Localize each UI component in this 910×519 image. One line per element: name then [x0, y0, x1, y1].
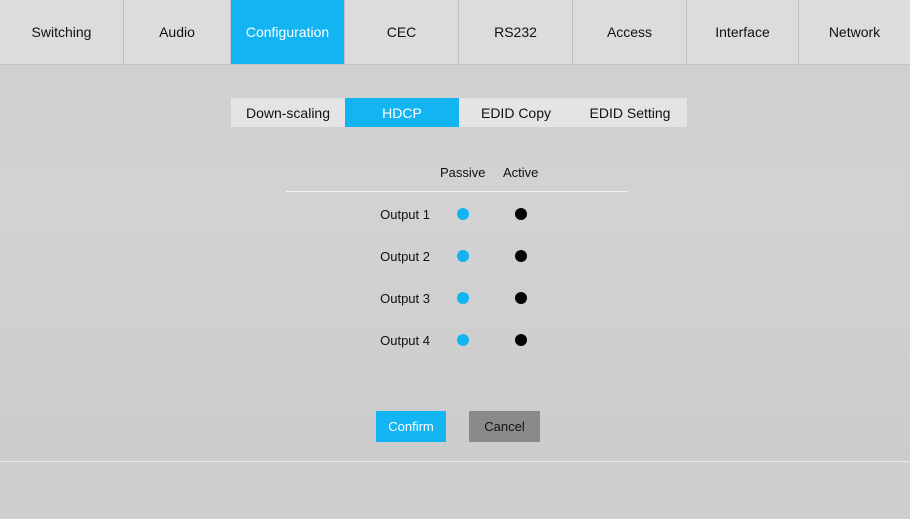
output-1-active-radio[interactable]	[515, 208, 527, 220]
output-1-passive-radio[interactable]	[457, 208, 469, 220]
output-4-passive-radio[interactable]	[457, 334, 469, 346]
output-3-active-radio[interactable]	[515, 292, 527, 304]
header-divider	[286, 191, 628, 192]
tab-network[interactable]: Network	[799, 0, 910, 64]
output-2-active-radio[interactable]	[515, 250, 527, 262]
tab-cec[interactable]: CEC	[345, 0, 459, 64]
output-2-passive-radio[interactable]	[457, 250, 469, 262]
subtab-hdcp[interactable]: HDCP	[345, 98, 459, 127]
tab-interface[interactable]: Interface	[687, 0, 799, 64]
tab-rs232[interactable]: RS232	[459, 0, 573, 64]
output-1-label: Output 1	[380, 207, 430, 222]
output-4-active-radio[interactable]	[515, 334, 527, 346]
output-3-label: Output 3	[380, 291, 430, 306]
sub-nav: Down-scaling HDCP EDID Copy EDID Setting	[231, 98, 687, 127]
main-panel: Switching Audio Configuration CEC RS232 …	[0, 0, 910, 519]
column-header-active: Active	[503, 165, 539, 180]
footer-bar	[0, 462, 910, 519]
subtab-edid-copy[interactable]: EDID Copy	[459, 98, 573, 127]
cancel-button[interactable]: Cancel	[469, 411, 540, 442]
tab-audio[interactable]: Audio	[124, 0, 231, 64]
confirm-button[interactable]: Confirm	[376, 411, 446, 442]
output-2-label: Output 2	[380, 249, 430, 264]
tab-switching[interactable]: Switching	[0, 0, 124, 64]
subtab-edid-setting[interactable]: EDID Setting	[573, 98, 687, 127]
tab-access[interactable]: Access	[573, 0, 687, 64]
top-nav: Switching Audio Configuration CEC RS232 …	[0, 0, 910, 65]
output-3-passive-radio[interactable]	[457, 292, 469, 304]
column-header-passive: Passive	[440, 165, 486, 180]
output-4-label: Output 4	[380, 333, 430, 348]
tab-configuration[interactable]: Configuration	[231, 0, 345, 64]
subtab-down-scaling[interactable]: Down-scaling	[231, 98, 345, 127]
